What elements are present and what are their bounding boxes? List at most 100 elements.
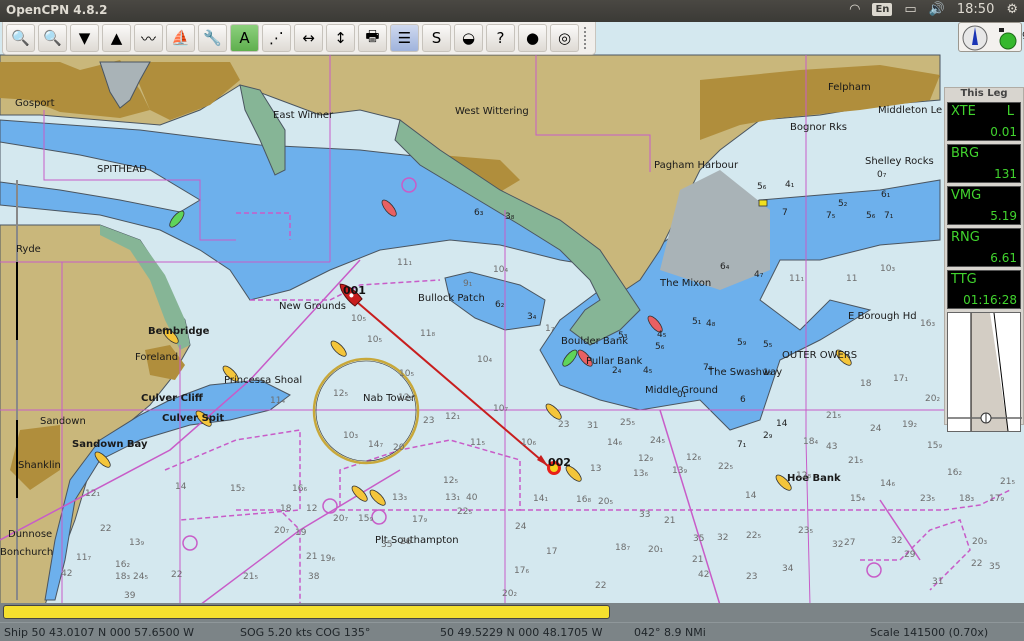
- depth-sounding: 20: [393, 443, 405, 453]
- zoom-in-button[interactable]: 🔍: [6, 24, 35, 52]
- place-label: Bembridge: [148, 326, 210, 337]
- boat-icon: ⛵: [171, 29, 190, 47]
- depth-sounding: 23₅: [798, 526, 814, 536]
- depth-sounding: 4₁: [785, 180, 795, 190]
- depth-sounding: 20₇: [274, 526, 290, 536]
- depth-sounding: 13₃: [392, 493, 408, 503]
- depth-sounding: 10₅: [351, 314, 367, 324]
- place-label: Bonchurch: [0, 547, 54, 558]
- depth-sounding: 19: [295, 528, 307, 538]
- place-label: E Borough Hd: [848, 311, 917, 322]
- depth-sounding: 7₈: [703, 363, 713, 373]
- plugins-button[interactable]: ●: [518, 24, 547, 52]
- zoom-out-button[interactable]: 🔍: [38, 24, 67, 52]
- wrench-icon: 🔧: [203, 29, 222, 47]
- depth-sounding: 14₆: [880, 479, 896, 489]
- depth-sounding: 21₅: [826, 411, 842, 421]
- place-label: Bullock Patch: [418, 293, 485, 304]
- tides-button[interactable]: ↕: [326, 24, 355, 52]
- depth-sounding: 5₃: [618, 331, 628, 341]
- toolbar-grip-handle[interactable]: [584, 27, 592, 49]
- depth-sounding: 38: [308, 572, 320, 582]
- depth-sounding: 21₅: [1000, 477, 1016, 487]
- place-label: The Mixon: [660, 278, 712, 289]
- waypoint-label[interactable]: 002: [548, 456, 571, 469]
- main-toolbar: 🔍 🔍 ▼ ▲ 〰 ⛵ 🔧 A ⋰ ↔ ↕ 🖶 ☰ S ◒? ● ◎: [2, 22, 596, 55]
- route-button[interactable]: 〰: [134, 24, 163, 52]
- depth-sounding: 6₃: [474, 208, 484, 218]
- depth-sounding: 16₂: [115, 560, 131, 570]
- depth-sounding: 20₃: [972, 537, 988, 547]
- scale-out-button[interactable]: ▲: [102, 24, 131, 52]
- help-button[interactable]: ?: [486, 24, 515, 52]
- status-cursor-bearing-range: 042° 8.9 NMi: [634, 626, 706, 639]
- keyboard-language-indicator[interactable]: En: [872, 3, 893, 16]
- settings-gear-icon[interactable]: ⚙: [1006, 2, 1018, 17]
- depth-sounding: 15₉: [927, 441, 943, 451]
- depth-sounding: 14₇: [368, 440, 384, 450]
- depth-sounding: 12₈: [398, 393, 414, 403]
- chart-bar-progress[interactable]: [3, 605, 610, 619]
- chart-canvas[interactable]: Gosport East Winner West Wittering SPITHEAD…: [0, 22, 1024, 605]
- place-label: Ryde: [16, 244, 41, 255]
- depth-sounding: 12₁: [85, 489, 101, 499]
- route-manager-button[interactable]: ☰: [390, 24, 419, 52]
- print-button[interactable]: 🖶: [358, 24, 387, 52]
- volume-icon[interactable]: 🔊: [929, 2, 945, 17]
- text-button[interactable]: A: [230, 24, 259, 52]
- depth-sounding: 1₇: [545, 324, 555, 334]
- wifi-icon[interactable]: ◠: [849, 2, 860, 17]
- depth-sounding: 18₇: [615, 543, 631, 553]
- dashboard-panel[interactable]: This Leg XTE L 0.01 BRG 131 VMG 5.19 RNG 6.61 TTG…: [944, 87, 1024, 432]
- clock[interactable]: 18:50: [957, 2, 994, 17]
- place-label: Shanklin: [18, 460, 61, 471]
- depth-sounding: 12: [306, 504, 318, 514]
- status-bar: Ship 50 43.0107 N 000 57.6500 W SOG 5.20…: [0, 622, 1024, 641]
- place-label: SPITHEAD: [97, 164, 147, 175]
- depth-sounding: 21₅: [243, 572, 259, 582]
- instrument-rng: RNG 6.61: [947, 228, 1021, 267]
- track-button[interactable]: S: [422, 24, 451, 52]
- auto-follow-button[interactable]: ⛵: [166, 24, 195, 52]
- depth-sounding: 4₅: [657, 330, 667, 340]
- depth-sounding: 15₉: [358, 514, 374, 524]
- depth-sounding: 31: [587, 421, 599, 431]
- depth-sounding: 13₁: [445, 493, 461, 503]
- depth-sounding: 17₁: [893, 374, 909, 384]
- color-scheme-button[interactable]: ◒: [454, 24, 483, 52]
- depth-sounding: 13: [590, 464, 602, 474]
- place-label: Gosport: [15, 98, 55, 109]
- depth-sounding: 22₅: [718, 462, 734, 472]
- waypoint-label[interactable]: 001: [343, 284, 366, 297]
- place-label: Foreland: [135, 352, 179, 363]
- depth-sounding: 42: [61, 569, 73, 579]
- options-button[interactable]: 🔧: [198, 24, 227, 52]
- depth-sounding: 5₆: [757, 182, 767, 192]
- depth-sounding: 23: [558, 420, 570, 430]
- depth-sounding: 5₁: [692, 317, 702, 327]
- instrument-caption: VMG: [951, 188, 982, 203]
- depth-sounding: 19₂: [902, 420, 918, 430]
- depth-sounding: 18₃: [959, 494, 975, 504]
- depth-sounding: 11₄: [270, 396, 286, 406]
- depth-sounding: 3₄: [527, 312, 537, 322]
- mob-button[interactable]: ◎: [550, 24, 579, 52]
- depth-sounding: 10₆: [521, 438, 537, 448]
- place-label: Dunnose: [8, 529, 53, 540]
- light-sectors-button[interactable]: ⋰: [262, 24, 291, 52]
- scale-in-icon: ▼: [78, 29, 91, 47]
- text-icon: A: [239, 29, 250, 47]
- currents-button[interactable]: ↔: [294, 24, 323, 52]
- depth-sounding: 21: [692, 555, 704, 565]
- route-icon: 〰: [140, 29, 156, 48]
- battery-icon[interactable]: ▭: [904, 2, 916, 17]
- compass-widget[interactable]: [958, 22, 1022, 52]
- scale-in-button[interactable]: ▼: [70, 24, 99, 52]
- depth-sounding: 18: [280, 504, 292, 514]
- depth-sounding: 27: [844, 538, 856, 548]
- depth-sounding: 6₁: [881, 190, 891, 200]
- depth-sounding: 34: [782, 564, 794, 574]
- depth-sounding: 9₁: [463, 279, 473, 289]
- depth-sounding: 31: [932, 577, 944, 587]
- place-label: Middleton Le: [878, 105, 943, 116]
